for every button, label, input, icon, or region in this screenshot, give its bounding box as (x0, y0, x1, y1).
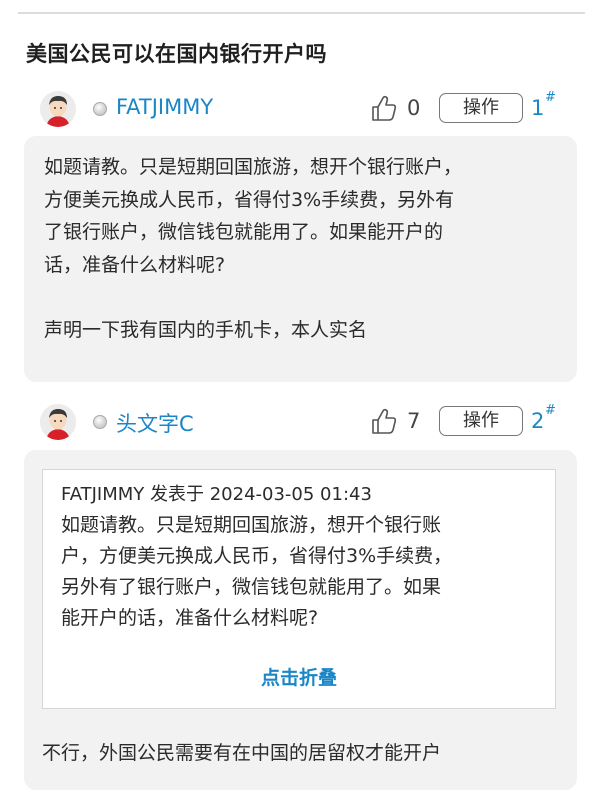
author-username[interactable]: 头文字C (116, 408, 194, 438)
reply-content: 不行，外国公民需要有在中国的居留权才能开户 (42, 742, 442, 764)
avatar-icon[interactable] (40, 91, 76, 127)
floor-number[interactable]: 2 (531, 409, 544, 433)
offline-status-icon (93, 102, 107, 116)
quote-content: 如题请教。只是短期回国旅游，想开个银行账 户，方便美元换成人民币，省得付3%手续… (61, 514, 453, 629)
post-content: 如题请教。只是短期回国旅游，想开个银行账户， 方便美元换成人民币，省得付3%手续… (44, 156, 463, 341)
author-username[interactable]: FATJIMMY (116, 95, 213, 119)
thread-title: 美国公民可以在国内银行开户吗 (26, 42, 327, 66)
floor-number[interactable]: 1 (531, 96, 544, 120)
like-count: 7 (407, 409, 421, 433)
post-body: 如题请教。只是短期回国旅游，想开个银行账户， 方便美元换成人民币，省得付3%手续… (24, 136, 577, 382)
top-divider (18, 12, 585, 14)
offline-status-icon (93, 415, 107, 429)
quote-box: FATJIMMY 发表于 2024-03-05 01:43 如题请教。只是短期回… (42, 469, 556, 709)
quote-meta: FATJIMMY 发表于 2024-03-05 01:43 (61, 484, 372, 505)
avatar-icon[interactable] (40, 404, 76, 440)
floor-hash: # (545, 403, 556, 418)
action-button[interactable]: 操作 (439, 406, 523, 436)
thumbs-up-icon[interactable] (371, 407, 397, 435)
like-count: 0 (407, 96, 421, 120)
action-button[interactable]: 操作 (439, 93, 523, 123)
fold-quote-link[interactable]: 点击折叠 (43, 663, 555, 690)
floor-hash: # (545, 90, 556, 105)
post-header: FATJIMMY 0 操作 1 # (24, 85, 583, 135)
post-body: FATJIMMY 发表于 2024-03-05 01:43 如题请教。只是短期回… (24, 450, 577, 790)
post-header: 头文字C 7 操作 2 # (24, 398, 583, 448)
thumbs-up-icon[interactable] (371, 94, 397, 122)
